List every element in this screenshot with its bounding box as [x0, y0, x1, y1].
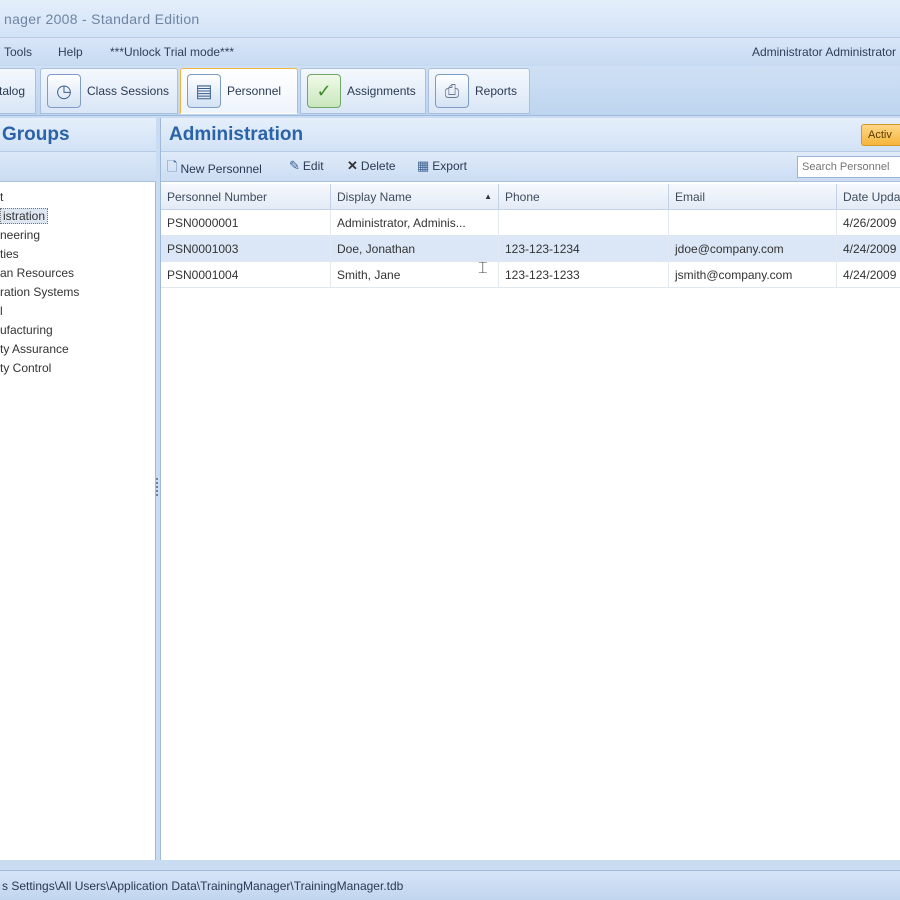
edit-icon: ✎ [289, 158, 300, 173]
tab-catalog[interactable]: talog [0, 68, 36, 114]
page-title: Administration [169, 124, 304, 145]
edit-button[interactable]: ✎ Edit [289, 158, 324, 174]
export-icon: ▦ [417, 158, 430, 173]
cell-email: jsmith@company.com [669, 262, 837, 288]
tab-class-sessions-label: Class Sessions [87, 84, 170, 98]
cell-display-name: Administrator, Adminis... [331, 210, 499, 236]
column-email[interactable]: Email [669, 184, 837, 210]
column-display-name[interactable]: Display Name ▲ [331, 184, 499, 210]
search-input[interactable] [797, 156, 900, 178]
checklist-icon: ✓ [307, 74, 341, 108]
mouse-cursor-icon: ⌶ [478, 260, 488, 277]
tab-assignments-label: Assignments [347, 84, 416, 98]
group-item[interactable]: ty Control [0, 359, 156, 378]
cell-date-updated: 4/24/2009 [837, 236, 900, 262]
personnel-header: Administration Activ [161, 118, 900, 152]
delete-button[interactable]: ✕ Delete [347, 158, 396, 174]
column-phone[interactable]: Phone [499, 184, 669, 210]
group-item[interactable]: l [0, 302, 156, 321]
ribbon-tabs: talog ◷ Class Sessions ▤ Personnel ✓ Ass… [0, 66, 900, 116]
current-user: Administrator Administrator [751, 45, 896, 59]
table-row[interactable]: PSN0001004 Smith, Jane 123-123-1233 jsmi… [161, 262, 900, 288]
groups-subheader [0, 152, 156, 182]
group-item[interactable]: ration Systems [0, 283, 156, 302]
cell-display-name: Smith, Jane [331, 262, 499, 288]
clock-icon: ◷ [47, 74, 81, 108]
cell-display-name: Doe, Jonathan [331, 236, 499, 262]
title-bar: nager 2008 - Standard Edition [0, 0, 900, 38]
personnel-table: Personnel Number Display Name ▲ Phone Em… [161, 184, 900, 288]
cell-date-updated: 4/26/2009 [837, 210, 900, 236]
tab-class-sessions[interactable]: ◷ Class Sessions [40, 68, 178, 114]
tab-reports[interactable]: ⎙ Reports [428, 68, 530, 114]
export-button[interactable]: ▦ Export [417, 158, 467, 174]
column-date-updated[interactable]: Date Upda [837, 184, 900, 210]
menu-help[interactable]: Help [58, 45, 83, 59]
tab-reports-label: Reports [475, 84, 518, 98]
personnel-icon: ▤ [187, 74, 221, 108]
status-bar: s Settings\All Users\Application Data\Tr… [0, 870, 900, 900]
cell-phone: 123-123-1234 [499, 236, 669, 262]
sort-ascending-icon: ▲ [484, 192, 492, 201]
personnel-toolbar: 🗋 New Personnel ✎ Edit ✕ Delete ▦ Export [161, 152, 900, 182]
menu-tools[interactable]: Tools [4, 45, 32, 59]
cell-email: jdoe@company.com [669, 236, 837, 262]
cell-personnel-number: PSN0001003 [161, 236, 331, 262]
groups-header: Groups [0, 118, 156, 152]
delete-icon: ✕ [347, 158, 358, 173]
group-item-selected[interactable]: istration [0, 207, 156, 226]
cell-date-updated: 4/24/2009 [837, 262, 900, 288]
tab-assignments[interactable]: ✓ Assignments [300, 68, 426, 114]
table-row-selected[interactable]: PSN0001003 Doe, Jonathan 123-123-1234 jd… [161, 236, 900, 262]
groups-panel: Groups t istration neering ties an Resou… [0, 118, 156, 860]
group-item[interactable]: ufacturing [0, 321, 156, 340]
tab-personnel-label: Personnel [227, 84, 282, 98]
printer-icon: ⎙ [435, 74, 469, 108]
menu-unlock-trial[interactable]: ***Unlock Trial mode*** [110, 45, 234, 59]
new-document-icon: 🗋 [167, 159, 178, 174]
cell-email [669, 210, 837, 236]
new-personnel-button[interactable]: 🗋 New Personnel [167, 158, 262, 180]
group-item[interactable]: ties [0, 245, 156, 264]
tab-personnel[interactable]: ▤ Personnel [180, 68, 298, 114]
window-title: nager 2008 - Standard Edition [4, 11, 200, 27]
column-personnel-number[interactable]: Personnel Number [161, 184, 331, 210]
tab-catalog-label: talog [0, 84, 26, 98]
group-item[interactable]: ty Assurance [0, 340, 156, 359]
menu-bar: Tools Help ***Unlock Trial mode*** Admin… [0, 38, 900, 66]
group-item[interactable]: neering [0, 226, 156, 245]
database-path: s Settings\All Users\Application Data\Tr… [2, 879, 404, 893]
group-item[interactable]: t [0, 188, 156, 207]
group-item[interactable]: an Resources [0, 264, 156, 283]
app-window: nager 2008 - Standard Edition Tools Help… [0, 0, 900, 900]
table-row[interactable]: PSN0000001 Administrator, Adminis... 4/2… [161, 210, 900, 236]
cell-personnel-number: PSN0000001 [161, 210, 331, 236]
status-badge[interactable]: Activ [861, 124, 900, 146]
table-header: Personnel Number Display Name ▲ Phone Em… [161, 184, 900, 210]
groups-list: t istration neering ties an Resources ra… [0, 188, 156, 378]
cell-phone [499, 210, 669, 236]
personnel-panel: Administration Activ 🗋 New Personnel ✎ E… [160, 118, 900, 860]
groups-title: Groups [2, 124, 70, 145]
cell-phone: 123-123-1233 [499, 262, 669, 288]
cell-personnel-number: PSN0001004 [161, 262, 331, 288]
